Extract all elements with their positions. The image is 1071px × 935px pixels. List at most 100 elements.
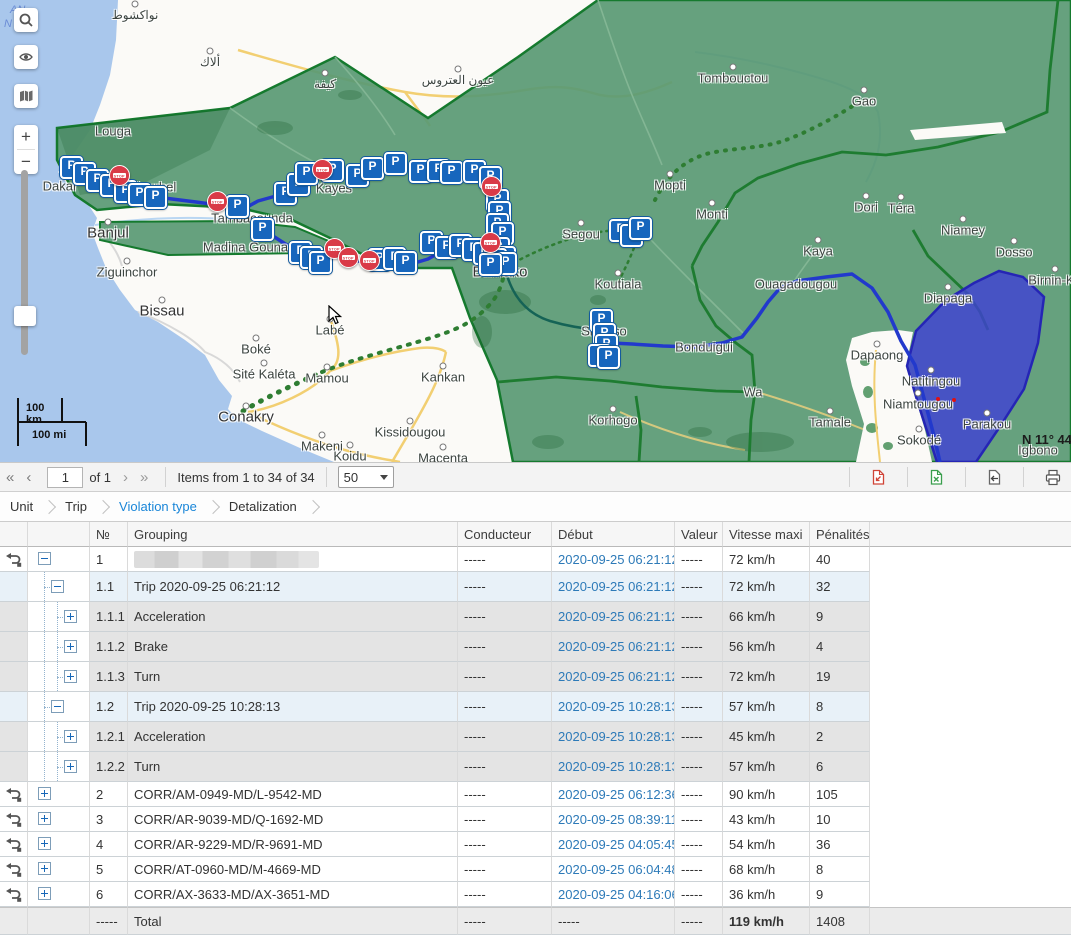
city-dot [124, 258, 131, 265]
layers-button[interactable] [14, 84, 38, 108]
start-time-link[interactable]: 2020-09-25 06:21:12 [558, 609, 675, 624]
city-dot [440, 363, 447, 370]
stop-marker[interactable]: STOP [480, 232, 501, 253]
track-button[interactable] [0, 807, 28, 832]
stop-marker[interactable]: STOP [338, 247, 359, 268]
tab-violation-type[interactable]: Violation type [119, 499, 197, 514]
expand-toggle[interactable] [51, 700, 64, 713]
start-time-link[interactable]: 2020-09-25 10:28:13 [558, 759, 675, 774]
parking-marker[interactable]: P [597, 346, 620, 369]
next-page-button[interactable]: › [117, 469, 134, 486]
parking-marker[interactable]: P [251, 218, 274, 241]
stop-marker[interactable]: STOP [359, 250, 380, 271]
start-time-link[interactable]: 2020-09-25 08:39:11 [558, 812, 675, 827]
parking-marker[interactable]: P [394, 251, 417, 274]
expand-toggle[interactable] [38, 812, 51, 825]
stop-marker[interactable]: STOP [109, 165, 130, 186]
parking-marker[interactable]: P [144, 186, 167, 209]
expand-toggle[interactable] [38, 862, 51, 875]
expand-toggle[interactable] [51, 580, 64, 593]
map-label: Wa [743, 385, 762, 400]
zoom-slider[interactable] [21, 170, 28, 355]
expand-toggle[interactable] [64, 760, 77, 773]
first-page-button[interactable]: « [0, 469, 20, 486]
start-time-link[interactable]: 2020-09-25 10:28:13 [558, 699, 675, 714]
print-button[interactable] [1035, 469, 1071, 486]
table-row: 1.2.1Acceleration-----2020-09-25 10:28:1… [0, 722, 1071, 752]
map-label: Koutiala [595, 277, 642, 292]
row-number: 6 [90, 882, 128, 907]
debut-cell: 2020-09-25 04:05:45 [552, 832, 675, 857]
tab-detalization[interactable]: Detalization [229, 499, 297, 514]
start-time-link[interactable]: 2020-09-25 06:12:36 [558, 787, 675, 802]
expand-toggle[interactable] [64, 730, 77, 743]
expand-toggle[interactable] [38, 787, 51, 800]
export-excel-button[interactable] [919, 469, 954, 486]
parking-marker[interactable]: P [226, 195, 249, 218]
expand-toggle[interactable] [38, 887, 51, 900]
start-time-link[interactable]: 2020-09-25 04:05:45 [558, 837, 675, 852]
city-dot [610, 406, 617, 413]
prev-page-button[interactable]: ‹ [20, 469, 37, 486]
print-icon [1044, 469, 1062, 486]
parking-marker[interactable]: P [629, 217, 652, 240]
track-button[interactable] [0, 782, 28, 807]
column-header: № [90, 522, 128, 547]
export-file-button[interactable] [977, 469, 1012, 486]
table-row: 1.1.3Turn-----2020-09-25 06:21:12-----72… [0, 662, 1071, 692]
start-time-link[interactable]: 2020-09-25 06:21:12 [558, 669, 675, 684]
vitesse-cell: 119 km/h [723, 907, 810, 935]
export-pdf-button[interactable] [861, 469, 896, 486]
zoom-in-button[interactable]: + [14, 125, 38, 149]
track-button[interactable] [0, 832, 28, 857]
search-button[interactable] [14, 8, 38, 32]
zoom-slider-handle[interactable] [14, 306, 36, 326]
start-time-link[interactable]: 2020-09-25 04:16:06 [558, 887, 675, 902]
track-button[interactable] [0, 547, 28, 572]
parking-marker[interactable]: P [384, 152, 407, 175]
city-dot [1011, 238, 1018, 245]
map-view[interactable]: ANNنواكشوطألاككيفةعيون العتروسLougaDakar… [0, 0, 1071, 462]
start-time-link[interactable]: 2020-09-25 06:04:48 [558, 862, 675, 877]
map-canvas[interactable] [0, 0, 1071, 462]
map-layers-icon [18, 88, 35, 104]
page-input[interactable] [47, 467, 83, 488]
grouping-cell: CORR/AR-9229-MD/R-9691-MD [128, 832, 458, 857]
stop-marker[interactable]: STOP [312, 159, 333, 180]
row-number: 1.2 [90, 692, 128, 722]
city-dot [916, 426, 923, 433]
expand-toggle[interactable] [64, 640, 77, 653]
expand-toggle[interactable] [64, 670, 77, 683]
city-dot [863, 193, 870, 200]
visibility-button[interactable] [14, 45, 38, 69]
debut-cell: 2020-09-25 04:16:06 [552, 882, 675, 907]
expand-toggle[interactable] [38, 552, 51, 565]
track-button[interactable] [0, 882, 28, 907]
city-dot [132, 1, 139, 8]
last-page-button[interactable]: » [134, 469, 154, 486]
start-time-link[interactable]: 2020-09-25 06:21:12 [558, 552, 675, 567]
debut-cell: 2020-09-25 06:21:12 [552, 662, 675, 692]
grouping-cell: Acceleration [128, 722, 458, 752]
city-dot [578, 220, 585, 227]
parking-marker[interactable]: P [440, 161, 463, 184]
stop-marker[interactable]: STOP [207, 191, 228, 212]
start-time-link[interactable]: 2020-09-25 06:21:12 [558, 579, 675, 594]
parking-marker[interactable]: P [361, 157, 384, 180]
map-label: Gao [852, 94, 877, 109]
track-button[interactable] [0, 857, 28, 882]
start-time-link[interactable]: 2020-09-25 10:28:13 [558, 729, 675, 744]
stop-marker[interactable]: STOP [481, 176, 502, 197]
expand-toggle[interactable] [64, 610, 77, 623]
expand-toggle[interactable] [38, 837, 51, 850]
export-excel-icon [928, 469, 945, 486]
map-label: Dapaong [851, 348, 904, 363]
start-time-link[interactable]: 2020-09-25 06:21:12 [558, 639, 675, 654]
row-number: 5 [90, 857, 128, 882]
parking-marker[interactable]: P [479, 253, 502, 276]
tab-trip[interactable]: Trip [65, 499, 87, 514]
map-label: كيفة [314, 77, 336, 91]
page-size-select[interactable]: 50 [338, 466, 394, 488]
tab-unit[interactable]: Unit [10, 499, 33, 514]
search-icon [18, 12, 34, 28]
